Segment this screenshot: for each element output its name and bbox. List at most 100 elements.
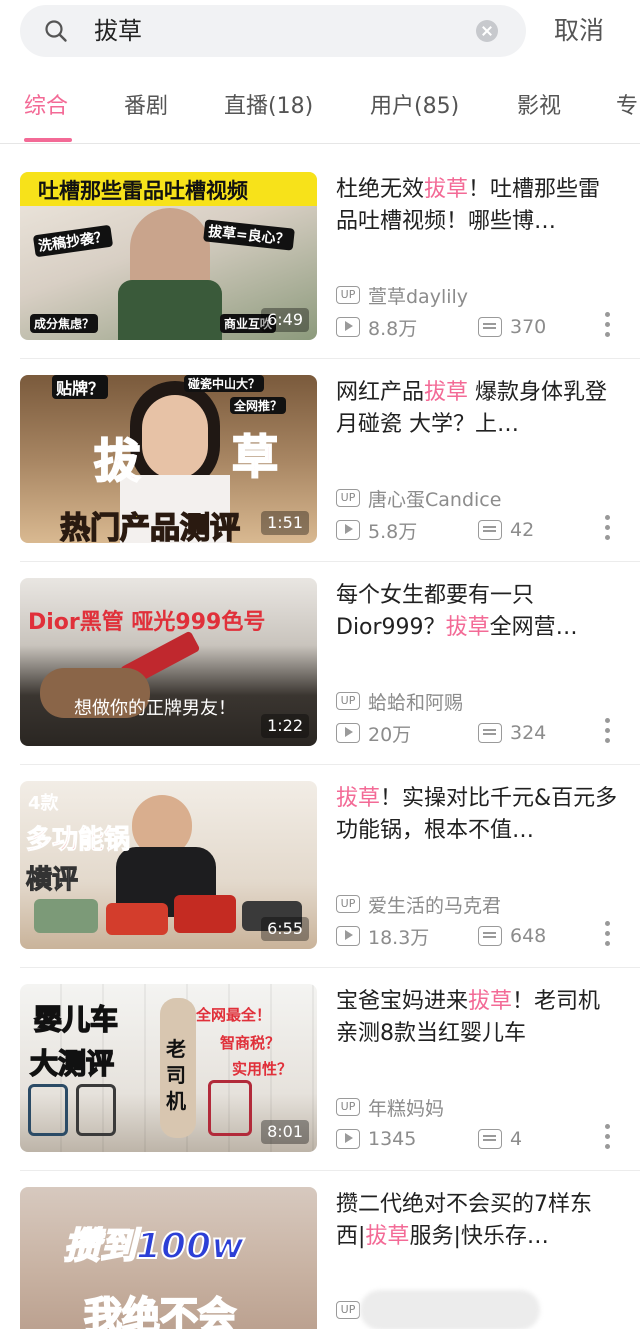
search-icon — [45, 20, 67, 42]
video-duration: 6:55 — [261, 917, 309, 941]
tab-general[interactable]: 综合 — [24, 92, 68, 122]
author-row[interactable]: UP 萱草daylily — [336, 282, 468, 308]
video-duration: 6:49 — [261, 308, 309, 332]
video-duration: 8:01 — [261, 1120, 309, 1144]
video-thumbnail[interactable]: 4款 多功能锅 横评 6:55 — [20, 781, 317, 949]
author-row[interactable]: UP 蛤蛤和阿赐 — [336, 688, 463, 714]
thumb-tag: 横评 — [25, 865, 79, 896]
tab-column[interactable]: 专 — [616, 92, 638, 122]
video-title[interactable]: 拔草！实操对比千元&百元多功能锅，根本不值… — [336, 783, 620, 847]
danmaku-icon — [478, 926, 502, 946]
search-tabs: 综合 番剧 直播(18) 用户(85) 影视 专 — [0, 80, 640, 144]
person-face — [142, 395, 208, 479]
view-count: 1345 — [368, 1128, 417, 1150]
title-keyword: 拔草 — [445, 615, 490, 640]
search-input[interactable]: 拔草 — [20, 5, 526, 57]
stats-row: 8.8万 370 — [336, 314, 626, 340]
video-thumbnail[interactable]: 攒到100w 我绝不会 — [20, 1187, 317, 1329]
thumb-tag: 老司机 — [166, 1037, 186, 1113]
author-row[interactable]: UP 唐心蛋Candice — [336, 485, 501, 511]
thumb-tag: 洗稿抄袭？ — [32, 224, 114, 258]
stroller — [208, 1080, 252, 1136]
author-name: 唐心蛋Candice — [368, 488, 502, 511]
author-row[interactable]: UP 年糕妈妈 — [336, 1094, 444, 1120]
title-text: 宝爸宝妈进来 — [336, 989, 469, 1014]
video-item[interactable]: 4款 多功能锅 横评 6:55 拔草！实操对比千元&百元多功能锅，根本不值… U… — [0, 765, 640, 968]
bottom-overlay — [360, 1290, 540, 1329]
video-title[interactable]: 宝爸宝妈进来拔草！老司机亲测8款当红婴儿车 — [336, 986, 620, 1050]
danmaku-count: 648 — [510, 925, 547, 947]
stats-row: 20万 324 — [336, 720, 626, 746]
thumb-subtitle: 想做你的正牌男友！ — [74, 698, 236, 719]
video-thumbnail[interactable]: 婴儿车 大测评 老司机 全网最全！ 智商税？ 实用性？ 8:01 — [20, 984, 317, 1152]
video-item[interactable]: 拔 草 贴牌？ 碰瓷中山大？ 全网推？ 热门产品测评 1:51 网红产品拔草 爆… — [0, 359, 640, 562]
title-text: 全网营… — [489, 615, 578, 640]
thumb-tag: 全网推？ — [230, 397, 287, 414]
thumb-caption: Dior黑管 哑光999色号 — [28, 610, 266, 635]
title-text: 杜绝无效 — [336, 177, 425, 202]
play-count-icon — [336, 317, 360, 337]
cancel-button[interactable]: 取消 — [554, 14, 604, 48]
video-title[interactable]: 网红产品拔草 爆款身体乳登月碰瓷 大学？上… — [336, 377, 620, 441]
thumb-tag: 我绝不会 — [83, 1293, 237, 1329]
tab-users[interactable]: 用户(85) — [370, 92, 459, 122]
more-options-icon[interactable] — [603, 515, 611, 545]
play-count-icon — [336, 520, 360, 540]
thumb-tag: 拔 — [93, 433, 141, 489]
tab-live[interactable]: 直播(18) — [224, 92, 313, 122]
thumb-caption: 热门产品测评 — [59, 510, 241, 543]
author-name: 蛤蛤和阿赐 — [368, 691, 464, 714]
clear-icon[interactable] — [476, 20, 498, 42]
active-tab-indicator — [24, 138, 72, 142]
more-options-icon[interactable] — [603, 718, 611, 748]
author-name: 年糕妈妈 — [368, 1097, 445, 1120]
danmaku-count: 42 — [510, 519, 535, 541]
title-keyword: 拔草 — [336, 786, 381, 811]
more-options-icon[interactable] — [603, 1124, 611, 1154]
view-count: 5.8万 — [368, 520, 418, 543]
video-title[interactable]: 杜绝无效拔草！吐槽那些雷品吐槽视频！哪些博… — [336, 174, 620, 238]
result-list: 吐槽那些雷品吐槽视频 洗稿抄袭？ 拔草=良心？ 成分焦虑？ 商业互吹 6:49 … — [0, 156, 640, 1329]
play-count-icon — [336, 723, 360, 743]
play-count-icon — [336, 1129, 360, 1149]
video-title[interactable]: 攒二代绝对不会买的7样东西|拔草服务|快乐存… — [336, 1189, 620, 1253]
pot — [106, 903, 168, 935]
title-keyword: 拔草 — [365, 1224, 410, 1249]
search-bar-row: 拔草 取消 — [0, 0, 640, 64]
title-keyword: 拔草 — [424, 177, 469, 202]
video-item[interactable]: 吐槽那些雷品吐槽视频 洗稿抄袭？ 拔草=良心？ 成分焦虑？ 商业互吹 6:49 … — [0, 156, 640, 359]
thumb-tag: 智商税？ — [220, 1034, 281, 1052]
up-icon: UP — [336, 286, 360, 304]
video-item[interactable]: Dior黑管 哑光999色号 想做你的正牌男友！ 1:22 每个女生都要有一只D… — [0, 562, 640, 765]
stats-row: 5.8万 42 — [336, 517, 626, 543]
thumb-tag: 全网最全！ — [196, 1006, 272, 1024]
thumb-caption: 婴儿车 — [33, 1002, 119, 1037]
up-icon: UP — [336, 692, 360, 710]
video-thumbnail[interactable]: Dior黑管 哑光999色号 想做你的正牌男友！ 1:22 — [20, 578, 317, 746]
view-count: 20万 — [368, 723, 412, 746]
title-text: 服务|快乐存… — [409, 1224, 549, 1249]
up-icon: UP — [336, 1301, 360, 1319]
tab-bangumi[interactable]: 番剧 — [124, 92, 168, 122]
person-shirt — [118, 280, 222, 340]
pot — [34, 899, 98, 933]
tab-film[interactable]: 影视 — [517, 92, 561, 122]
more-options-icon[interactable] — [603, 312, 611, 342]
danmaku-icon — [478, 520, 502, 540]
author-row[interactable]: UP 爱生活的马克君 — [336, 891, 501, 917]
video-duration: 1:51 — [261, 511, 309, 535]
thumb-tag: 成分焦虑？ — [30, 314, 99, 333]
pot — [174, 895, 236, 933]
video-item[interactable]: 攒到100w 我绝不会 攒二代绝对不会买的7样东西|拔草服务|快乐存… UP — [0, 1171, 640, 1329]
title-keyword: 拔草 — [424, 380, 469, 405]
video-thumbnail[interactable]: 拔 草 贴牌？ 碰瓷中山大？ 全网推？ 热门产品测评 1:51 — [20, 375, 317, 543]
danmaku-count: 4 — [510, 1128, 523, 1150]
more-options-icon[interactable] — [603, 921, 611, 951]
video-item[interactable]: 婴儿车 大测评 老司机 全网最全！ 智商税？ 实用性？ 8:01 宝爸宝妈进来拔… — [0, 968, 640, 1171]
video-title[interactable]: 每个女生都要有一只Dior999？拔草全网营… — [336, 580, 620, 644]
danmaku-count: 324 — [510, 722, 547, 744]
thumb-tag: 拔草=良心？ — [203, 219, 295, 251]
up-icon: UP — [336, 895, 360, 913]
view-count: 18.3万 — [368, 926, 430, 949]
video-thumbnail[interactable]: 吐槽那些雷品吐槽视频 洗稿抄袭？ 拔草=良心？ 成分焦虑？ 商业互吹 6:49 — [20, 172, 317, 340]
